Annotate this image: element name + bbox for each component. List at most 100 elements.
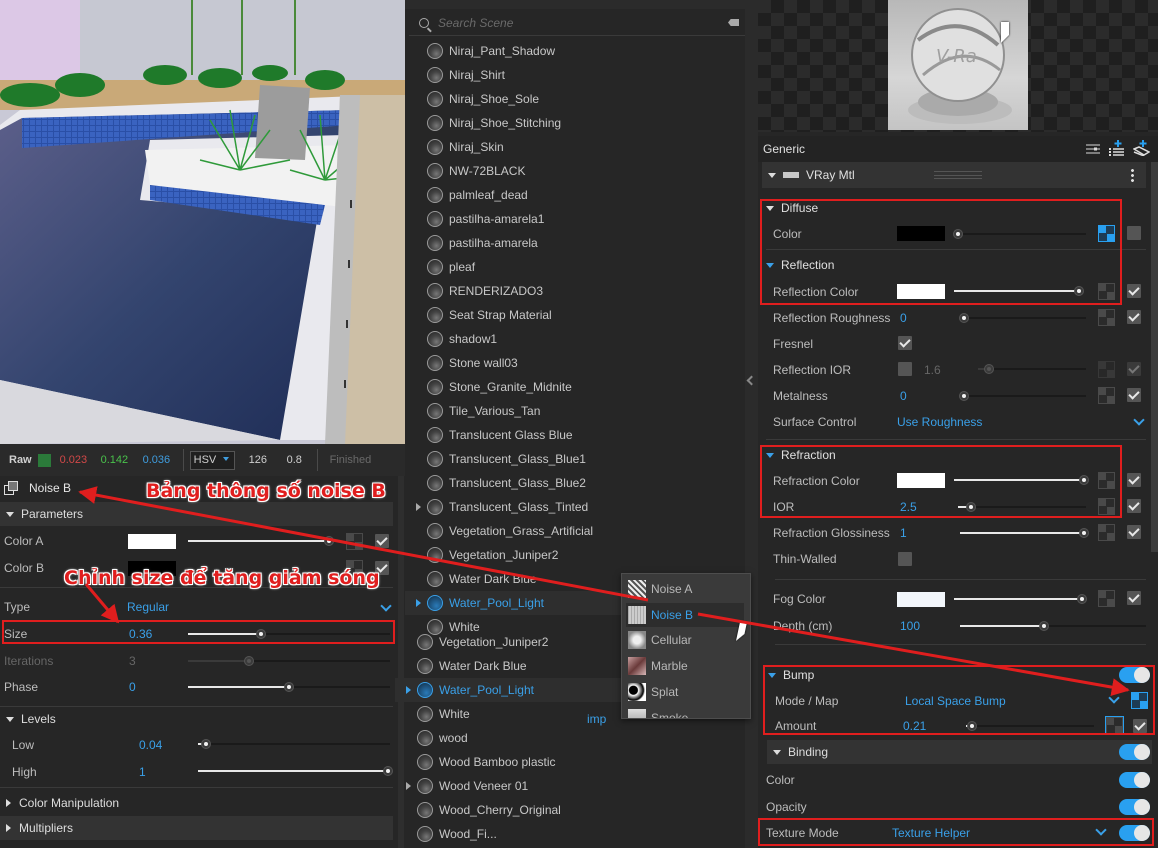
material-item[interactable]: Seat Strap Material <box>405 303 745 327</box>
color-a-slider[interactable] <box>188 535 334 547</box>
binding-opacity-toggle[interactable] <box>1119 799 1150 815</box>
texture-menu-item[interactable]: Noise B <box>626 602 744 627</box>
thin-walled-checkbox[interactable] <box>898 552 912 566</box>
material-item[interactable]: Niraj_Pant_Shadow <box>405 39 745 63</box>
material-item[interactable]: Translucent_Glass_Tinted <box>405 495 745 519</box>
material-item[interactable]: Translucent_Glass_Blue2 <box>405 471 745 495</box>
metalness-checkbox[interactable] <box>1127 388 1141 402</box>
ior-checkbox[interactable] <box>1127 499 1141 513</box>
reflection-roughness-value[interactable]: 0 <box>900 311 907 325</box>
material-item[interactable]: Vegetation_Grass_Artificial <box>405 519 745 543</box>
diffuse-color-swatch[interactable] <box>897 226 945 241</box>
material-item[interactable]: pastilha-amarela1 <box>405 207 745 231</box>
search-bar[interactable] <box>409 10 747 36</box>
refraction-color-slider[interactable] <box>954 474 1089 486</box>
fog-map-button[interactable] <box>1098 590 1115 607</box>
material-item[interactable]: Tile_Various_Tan <box>405 399 745 423</box>
material-preview[interactable]: V-Ra <box>758 0 1158 132</box>
reflection-checkbox[interactable] <box>1127 284 1141 298</box>
expand-icon[interactable] <box>406 686 411 694</box>
size-value[interactable]: 0.36 <box>129 627 152 641</box>
bump-mode-value[interactable]: Local Space Bump <box>905 694 1006 708</box>
diffuse-color-slider[interactable] <box>953 228 1086 240</box>
ior-value[interactable]: 2.5 <box>900 500 917 514</box>
material-item[interactable]: shadow1 <box>405 327 745 351</box>
material-item[interactable]: Niraj_Shirt <box>405 63 745 87</box>
low-value[interactable]: 0.04 <box>139 738 162 752</box>
material-item[interactable]: Wood_Fi... <box>395 822 735 846</box>
fog-checkbox[interactable] <box>1127 591 1141 605</box>
surface-control-value[interactable]: Use Roughness <box>897 415 982 429</box>
section-reflection[interactable]: Reflection <box>766 252 834 278</box>
metalness-value[interactable]: 0 <box>900 389 907 403</box>
material-item[interactable]: RENDERIZADO3 <box>405 279 745 303</box>
drag-handle[interactable] <box>934 171 982 179</box>
ior-map-button[interactable] <box>1098 498 1115 515</box>
reflection-ior-checkbox[interactable] <box>898 362 912 376</box>
material-item[interactable]: Niraj_Shoe_Sole <box>405 87 745 111</box>
bump-map-button[interactable] <box>1131 692 1148 709</box>
search-input[interactable] <box>438 15 708 30</box>
high-slider[interactable] <box>198 765 393 777</box>
bump-mode-row[interactable]: Mode / Map Local Space Bump <box>775 688 1145 714</box>
type-row[interactable]: Type Regular <box>4 594 394 620</box>
section-parameters[interactable]: Parameters <box>0 502 393 526</box>
material-item[interactable]: Translucent Glass Blue <box>405 423 745 447</box>
type-value[interactable]: Regular <box>127 600 169 614</box>
section-binding[interactable]: Binding <box>767 740 1152 764</box>
depth-value[interactable]: 100 <box>900 619 920 633</box>
bump-amount-slider[interactable] <box>966 720 1094 732</box>
color-mode-select[interactable]: HSV <box>189 450 235 470</box>
ior-checkbox[interactable] <box>1127 362 1141 376</box>
refraction-glossiness-value[interactable]: 1 <box>900 526 907 540</box>
texture-mode-toggle[interactable] <box>1119 825 1150 841</box>
refraction-glossiness-slider[interactable] <box>960 527 1089 539</box>
add-material-icon[interactable] <box>1132 140 1151 157</box>
roughness-checkbox[interactable] <box>1127 310 1141 324</box>
binding-toggle[interactable] <box>1119 744 1150 760</box>
add-layer-icon[interactable] <box>1109 140 1124 156</box>
section-diffuse[interactable]: Diffuse <box>766 195 818 221</box>
bump-toggle[interactable] <box>1119 667 1150 683</box>
sliders-icon[interactable] <box>1086 143 1100 155</box>
diffuse-checkbox[interactable] <box>1127 226 1141 240</box>
section-bump[interactable]: Bump <box>768 662 814 688</box>
material-item[interactable]: Wood Bamboo plastic <box>395 750 735 774</box>
material-item[interactable]: pleaf <box>405 255 745 279</box>
clear-search-icon[interactable] <box>728 19 739 26</box>
section-levels[interactable]: Levels <box>6 706 396 732</box>
texture-menu-item[interactable]: Noise A <box>626 577 744 601</box>
material-item[interactable]: NW-72BLACK <box>405 159 745 183</box>
section-color-manipulation[interactable]: Color Manipulation <box>6 790 396 816</box>
editor-scrollbar[interactable] <box>1151 162 1158 552</box>
reflection-color-swatch[interactable] <box>897 284 945 299</box>
binding-color-toggle[interactable] <box>1119 772 1150 788</box>
material-item[interactable]: wood <box>395 726 735 750</box>
fog-color-swatch[interactable] <box>897 592 945 607</box>
diffuse-map-button[interactable] <box>1098 225 1115 242</box>
reflection-roughness-slider[interactable] <box>959 312 1086 324</box>
refraction-map-button[interactable] <box>1098 472 1115 489</box>
glossiness-map-button[interactable] <box>1098 524 1115 541</box>
metalness-map-button[interactable] <box>1098 387 1115 404</box>
reflection-map-button[interactable] <box>1098 283 1115 300</box>
material-item[interactable]: Wood_Cherry_Original <box>395 798 735 822</box>
texture-menu-item[interactable]: Splat <box>626 680 744 704</box>
material-item[interactable]: Translucent_Glass_Blue1 <box>405 447 745 471</box>
section-refraction[interactable]: Refraction <box>766 442 836 468</box>
depth-slider[interactable] <box>960 620 1146 632</box>
texture-menu-item[interactable]: Cellular <box>626 628 744 652</box>
vray-mtl-header[interactable]: VRay Mtl <box>762 162 1146 188</box>
panel-splitter[interactable] <box>745 0 758 848</box>
viewport-render[interactable] <box>0 0 405 444</box>
texture-menu-item[interactable]: Marble <box>626 654 744 678</box>
section-multipliers[interactable]: Multipliers <box>0 816 393 840</box>
material-item[interactable]: palmleaf_dead <box>405 183 745 207</box>
refraction-checkbox[interactable] <box>1127 473 1141 487</box>
texture-mode-value[interactable]: Texture Helper <box>892 826 970 840</box>
color-a-checkbox[interactable] <box>375 534 389 548</box>
material-item[interactable]: Vegetation_Juniper2 <box>405 543 745 567</box>
low-slider[interactable] <box>198 738 390 750</box>
bump-amount-checkbox[interactable] <box>1133 719 1147 733</box>
material-item[interactable]: pastilha-amarela <box>405 231 745 255</box>
